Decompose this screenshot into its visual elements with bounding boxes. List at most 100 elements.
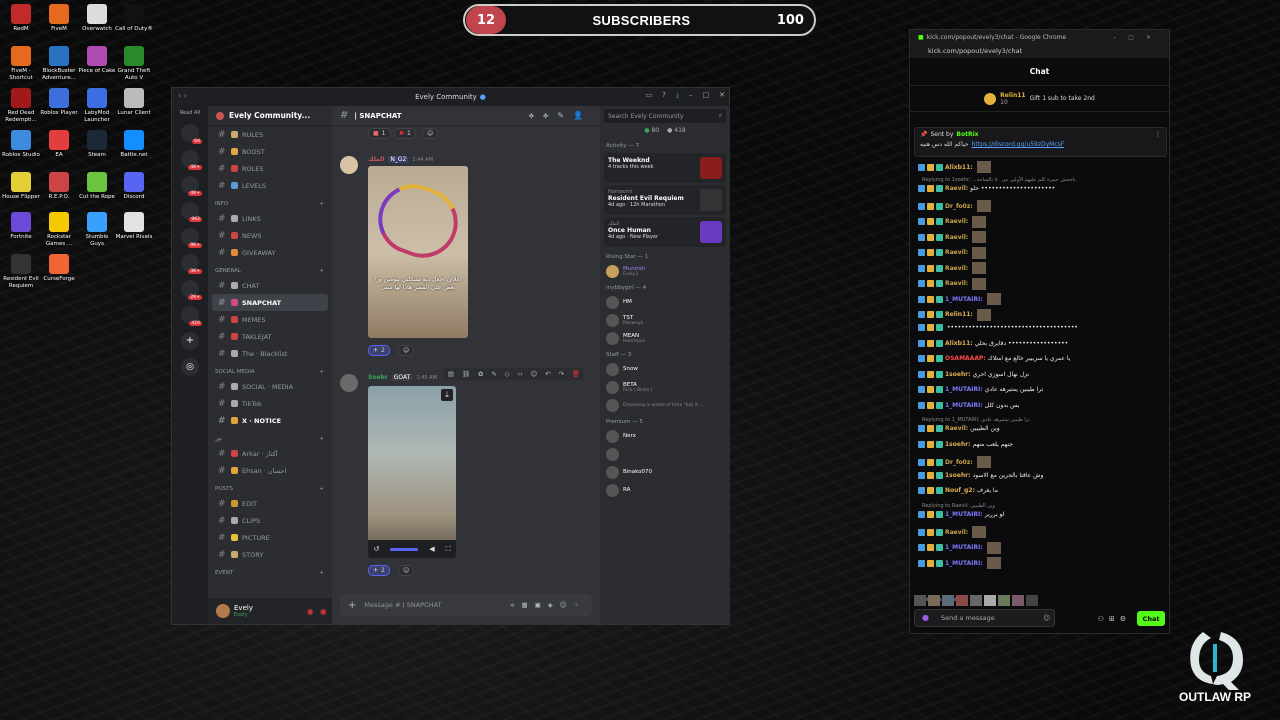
chat-username[interactable]: 1_MUTAIRI:: [945, 402, 983, 409]
desktop-icon[interactable]: Fortnite: [2, 212, 40, 241]
channel-category[interactable]: GENERAL +: [208, 261, 332, 277]
action-icon[interactable]: ✿: [478, 370, 483, 378]
channel-item[interactable]: # Ehsan · احسان: [208, 462, 332, 479]
chat-username[interactable]: 1_MUTAIRI:: [945, 386, 983, 393]
desktop-icon[interactable]: Stumble Guys: [78, 212, 116, 247]
back-forward-icon[interactable]: ‹ ›: [178, 91, 187, 100]
channel-item[interactable]: # NEWS: [208, 227, 332, 244]
channel-item[interactable]: # STORY: [208, 546, 332, 563]
chat-username[interactable]: Raevil:: [945, 425, 968, 432]
minimize-button[interactable]: –: [689, 91, 693, 100]
member-row[interactable]: RA: [600, 481, 730, 499]
message-input[interactable]: + Message # | SNAPCHAT ⟡▦▣◈☺⁘: [340, 594, 592, 616]
reaction-chip[interactable]: ■ 1: [368, 128, 391, 139]
desktop-icon[interactable]: Call of Duty®: [115, 4, 153, 33]
chat-username[interactable]: Raevil:: [945, 218, 968, 225]
chat-username[interactable]: OSAMAAAP:: [945, 355, 986, 362]
member-row[interactable]: Nerx: [600, 427, 730, 445]
channel-item[interactable]: # GIVEAWAY: [208, 244, 332, 261]
add-reaction-button[interactable]: ☺: [422, 128, 439, 139]
reaction-chip[interactable]: ✈ 2: [368, 565, 390, 576]
volume-icon[interactable]: ◀: [429, 545, 434, 553]
chat-username[interactable]: 1_MUTAIRI:: [945, 296, 983, 303]
chat-username[interactable]: Raevil:: [945, 265, 968, 272]
address-bar[interactable]: kick.com/popout/evely3/chat: [910, 44, 1169, 58]
chat-username[interactable]: Raevil:: [945, 280, 968, 287]
action-icon[interactable]: ▤: [448, 370, 454, 378]
channel-item[interactable]: # SNAPCHAT: [212, 294, 328, 311]
desktop-icon[interactable]: Roblox Player: [40, 88, 78, 117]
chat-tools-icons[interactable]: ⚇⊞⚙: [1098, 615, 1131, 623]
emote-icon[interactable]: [956, 595, 968, 606]
desktop-icon[interactable]: R.E.P.O.: [40, 172, 78, 201]
message-action-toolbar[interactable]: ▤ ⛓ ✿ ✎ ◇ ‹› ☺ ↶ ↷ 🗑: [444, 368, 584, 380]
desktop-icon[interactable]: House Flipper: [2, 172, 40, 201]
desktop-icon[interactable]: CurseForge: [40, 254, 78, 283]
download-icon[interactable]: ⤓: [441, 389, 453, 401]
desktop-icon[interactable]: Marvel Rivals: [115, 212, 153, 241]
channel-item[interactable]: # CLIPS: [208, 512, 332, 529]
add-channel-icon[interactable]: +: [319, 268, 324, 274]
channel-item[interactable]: # CHAT: [208, 277, 332, 294]
channel-item[interactable]: # TAKLEJAT: [208, 328, 332, 345]
channel-item[interactable]: # SOCIAL · MEDIA: [208, 378, 332, 395]
read-all-label[interactable]: Read All: [172, 110, 208, 116]
snapchat-image[interactable]: اعلاان اجعل ذيه تشكلتي بيومين ورا بعض عل…: [368, 166, 468, 338]
add-channel-icon[interactable]: +: [319, 369, 324, 375]
emote-icon[interactable]: [914, 595, 926, 606]
chat-username[interactable]: Relin11:: [945, 311, 973, 318]
desktop-icon[interactable]: Overwatch: [78, 4, 116, 33]
input-tools-icons[interactable]: ⟡▦▣◈☺⁘: [510, 601, 586, 610]
chat-username[interactable]: 1_MUTAIRI:: [945, 511, 983, 518]
emote-icon[interactable]: [984, 595, 996, 606]
emoji-icon[interactable]: ☺: [1043, 614, 1050, 622]
desktop-icon[interactable]: FiveM: [40, 4, 78, 33]
emote-icon[interactable]: [1012, 595, 1024, 606]
reaction-chip[interactable]: ✈ 2: [368, 345, 390, 356]
channel-category[interactable]: INFO +: [208, 194, 332, 210]
send-chat-button[interactable]: Chat: [1137, 611, 1165, 626]
chat-username[interactable]: Raevil:: [945, 185, 968, 192]
channel-item[interactable]: # PICTURE: [208, 529, 332, 546]
member-row[interactable]: MEAN Heartopia: [600, 329, 730, 347]
link-icon[interactable]: ⛓: [462, 370, 470, 378]
emote-bar[interactable]: [914, 595, 1064, 607]
member-row[interactable]: HM: [600, 293, 730, 311]
snapchat-video[interactable]: ⤓ ↺ ◀ ⛶: [368, 386, 456, 558]
chat-username[interactable]: Dr_fo0z:: [945, 203, 973, 210]
more-icon[interactable]: ⋮: [1155, 131, 1161, 138]
channel-item[interactable]: # ROLES: [208, 160, 332, 177]
search-input[interactable]: Search Evely Community ⌕: [604, 109, 726, 123]
channel-item[interactable]: # LEVELS: [208, 177, 332, 194]
member-row[interactable]: Munirah Evely3: [600, 262, 730, 280]
chat-username[interactable]: Raevil:: [945, 234, 968, 241]
activity-card[interactable]: The Weeknd 4 tracks this week: [604, 153, 726, 183]
add-reaction-button[interactable]: ☺: [398, 565, 415, 576]
member-row[interactable]: TST Marwnyk: [600, 311, 730, 329]
desktop-icon[interactable]: Resident Evil Requiem: [2, 254, 40, 289]
channel-item[interactable]: # MEMES: [208, 311, 332, 328]
download-icon[interactable]: ⤓: [676, 91, 679, 100]
header-tools-icons[interactable]: ⟡⟡✎👤: [529, 111, 592, 121]
window-controls[interactable]: –□✕: [1113, 34, 1163, 41]
member-row[interactable]: Binako070: [600, 463, 730, 481]
discord-link[interactable]: https://discord.gg/u59zDyMcsF: [972, 141, 1065, 148]
channel-item[interactable]: # BOOST: [208, 143, 332, 160]
member-row[interactable]: [600, 445, 730, 463]
channel-category[interactable]: EVENT +: [208, 563, 332, 579]
emote-icon[interactable]: [928, 595, 940, 606]
chat-username[interactable]: 1soehr:: [945, 371, 971, 378]
chat-username[interactable]: 1_MUTAIRI:: [945, 544, 983, 551]
pin-icon[interactable]: ✎: [491, 370, 496, 378]
chat-username[interactable]: 1soehr:: [945, 472, 971, 479]
desktop-icon[interactable]: Piece of Cake: [78, 46, 116, 75]
maximize-button[interactable]: □: [703, 91, 710, 100]
server-header[interactable]: Evely Community...: [208, 106, 332, 126]
chat-username[interactable]: Dr_fo0z:: [945, 459, 973, 466]
delete-icon[interactable]: 🗑: [572, 370, 580, 378]
desktop-icon[interactable]: BlockBuster Adventure...: [40, 46, 78, 81]
add-channel-icon[interactable]: +: [319, 436, 324, 442]
explore-icon[interactable]: ◎: [181, 358, 199, 376]
chat-username[interactable]: 1soehr:: [945, 441, 971, 448]
member-row[interactable]: Dreaming is waste of time "but it ...: [600, 396, 730, 414]
